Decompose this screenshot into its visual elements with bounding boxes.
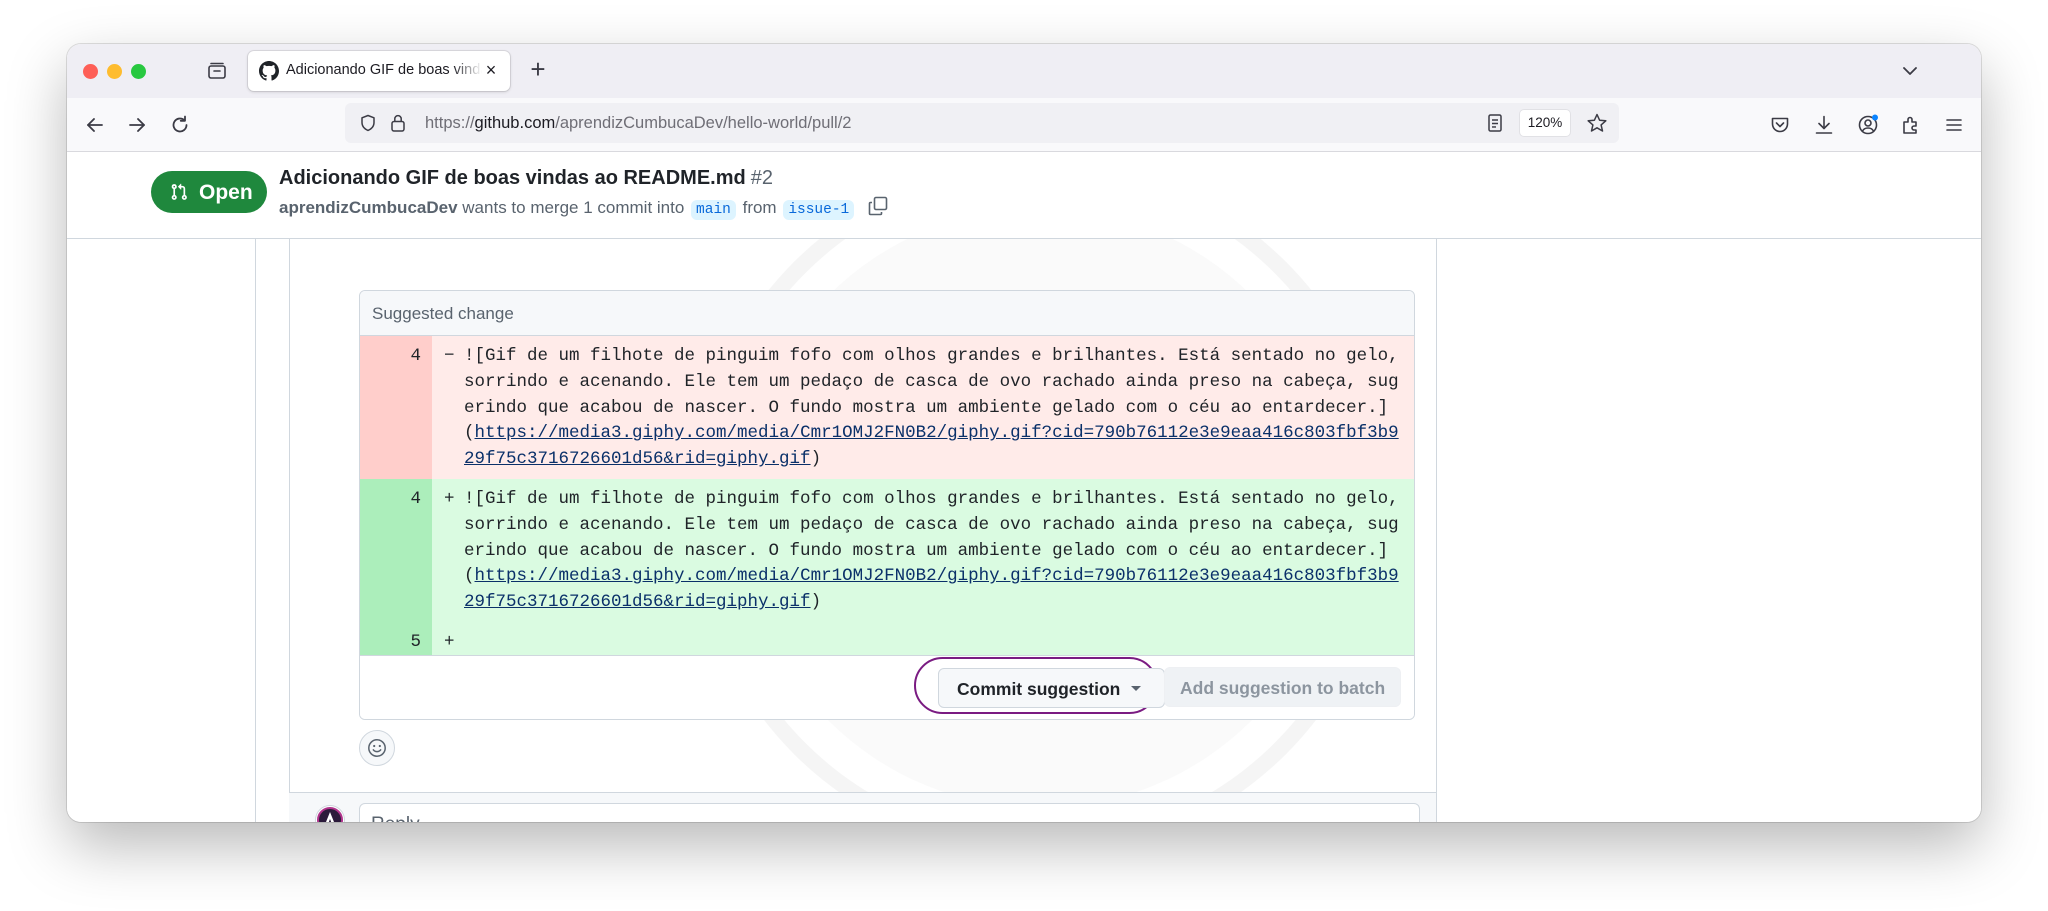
copy-icon[interactable]	[867, 195, 889, 217]
browser-window: Adicionando GIF de boas vindas ao README…	[67, 44, 1981, 822]
forward-arrow-icon[interactable]	[125, 113, 149, 137]
reader-view-icon[interactable]	[1486, 113, 1504, 133]
diff-tail: )	[810, 449, 822, 470]
shield-icon[interactable]	[359, 114, 377, 132]
line-number[interactable]: 4	[360, 478, 432, 622]
from-text: from	[742, 198, 777, 217]
pr-title-text: Adicionando GIF de boas vindas ao README…	[279, 167, 746, 189]
pocket-icon[interactable]	[1768, 113, 1792, 137]
diff-row-added: 4 + ![Gif de um filhote de pinguim fofo …	[360, 478, 1414, 622]
avatar[interactable]	[315, 805, 345, 822]
reply-section: Reply...	[289, 792, 1436, 822]
line-number[interactable]: 4	[360, 336, 432, 479]
pull-request-icon	[171, 183, 187, 200]
tab-title: Adicionando GIF de boas vindas ao README…	[286, 62, 482, 78]
zoom-level-button[interactable]: 120%	[1520, 110, 1570, 136]
back-arrow-icon[interactable]	[83, 113, 107, 137]
github-logo-icon	[259, 61, 279, 81]
head-branch-label[interactable]: issue-1	[783, 200, 855, 220]
pr-state-label: Open	[199, 181, 253, 204]
merge-text: wants to merge 1 commit into	[462, 198, 685, 217]
diff-tail: )	[810, 592, 822, 613]
add-suggestion-to-batch-button[interactable]: Add suggestion to batch	[1164, 667, 1401, 707]
timeline-border-inner	[289, 238, 290, 822]
base-branch-label[interactable]: main	[691, 200, 736, 220]
timeline-border-left	[255, 238, 256, 822]
pr-merge-info: aprendizCumbucaDev wants to merge 1 comm…	[279, 195, 889, 220]
minimize-window-button[interactable]	[107, 64, 122, 79]
timeline-border-right	[1436, 238, 1437, 822]
suggested-change-box: Suggested change 4 − ![Gif de um filhote…	[359, 290, 1415, 720]
hamburger-menu-icon[interactable]	[1942, 113, 1966, 137]
chevron-down-icon[interactable]	[1901, 62, 1919, 80]
diff-row-removed: 4 − ![Gif de um filhote de pinguim fofo …	[360, 336, 1414, 479]
smiley-icon	[368, 739, 386, 757]
bookmark-star-icon[interactable]	[1586, 112, 1608, 134]
commit-suggestion-button[interactable]: Commit suggestion	[938, 668, 1165, 708]
diff-code: ![Gif de um filhote de pinguim fofo com …	[464, 479, 1404, 622]
reply-input[interactable]: Reply...	[359, 803, 1420, 822]
url-scheme: https://	[425, 114, 475, 132]
suggested-change-header: Suggested change	[360, 291, 1414, 336]
downloads-icon[interactable]	[1812, 113, 1836, 137]
pr-sticky-header: Open Adicionando GIF de boas vindas ao R…	[67, 152, 1981, 239]
caret-down-icon[interactable]	[1131, 686, 1141, 691]
diff-sign: −	[444, 346, 455, 366]
maximize-window-button[interactable]	[131, 64, 146, 79]
tab-overview-icon[interactable]	[206, 60, 228, 82]
pr-title: Adicionando GIF de boas vindas ao README…	[279, 167, 773, 190]
pr-author-link[interactable]: aprendizCumbucaDev	[279, 198, 458, 217]
suggestion-diff: 4 − ![Gif de um filhote de pinguim fofo …	[360, 336, 1414, 662]
add-reaction-button[interactable]	[359, 730, 395, 766]
lock-icon[interactable]	[389, 113, 407, 133]
url-host: github.com	[474, 114, 556, 132]
reply-placeholder: Reply...	[371, 814, 434, 822]
browser-tab-active[interactable]: Adicionando GIF de boas vindas ao README…	[248, 51, 510, 91]
suggested-change-title: Suggested change	[372, 304, 514, 323]
commit-suggestion-label: Commit suggestion	[957, 679, 1121, 699]
tab-bar: Adicionando GIF de boas vindas ao README…	[67, 44, 1981, 98]
extensions-icon[interactable]	[1899, 113, 1923, 137]
page-content: Open Adicionando GIF de boas vindas ao R…	[67, 152, 1981, 822]
diff-sign: +	[444, 488, 455, 509]
add-to-batch-label: Add suggestion to batch	[1180, 678, 1386, 698]
diff-link[interactable]: https://media3.giphy.com/media/Cmr1OMJ2F…	[464, 423, 1399, 469]
reload-icon[interactable]	[168, 113, 192, 137]
navigation-bar: https://github.com/aprendizCumbucaDev/he…	[67, 98, 1981, 152]
pr-state-badge: Open	[151, 171, 267, 213]
new-tab-button[interactable]: +	[524, 56, 552, 84]
suggestion-actions: Commit suggestion Add suggestion to batc…	[360, 655, 1414, 719]
url-text[interactable]: https://github.com/aprendizCumbucaDev/he…	[425, 114, 852, 133]
address-bar[interactable]: https://github.com/aprendizCumbucaDev/he…	[345, 103, 1619, 143]
diff-code: ![Gif de um filhote de pinguim fofo com …	[464, 336, 1404, 479]
url-path: /aprendizCumbucaDev/hello-world/pull/2	[555, 114, 852, 132]
close-tab-icon[interactable]: ×	[482, 61, 500, 79]
pr-number: #2	[750, 167, 773, 189]
account-icon[interactable]	[1856, 113, 1880, 137]
avatar-image	[317, 807, 343, 822]
diff-link[interactable]: https://media3.giphy.com/media/Cmr1OMJ2F…	[464, 566, 1399, 612]
diff-sign: +	[444, 631, 455, 652]
close-window-button[interactable]	[83, 64, 98, 79]
